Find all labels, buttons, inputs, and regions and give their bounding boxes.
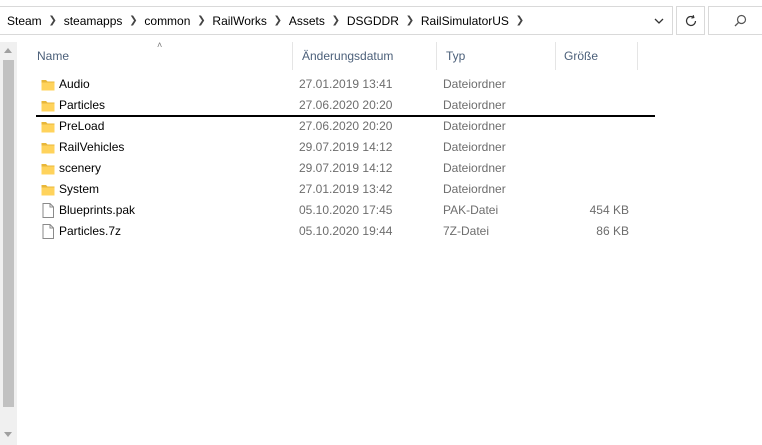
search-input[interactable] [708,6,762,35]
file-name: Audio [59,77,90,91]
address-bar[interactable]: Steam ❯ steamapps ❯ common ❯ RailWorks ❯… [0,6,673,35]
folder-icon [41,143,55,154]
file-date: 27.01.2019 13:41 [299,77,393,91]
scroll-up-icon[interactable] [4,48,12,53]
navigation-pane-scrollbar[interactable] [0,42,17,445]
scroll-down-icon[interactable] [4,432,12,437]
file-date: 27.01.2019 13:42 [299,182,393,196]
file-row[interactable]: System 27.01.2019 13:42 Dateiordner [36,179,656,200]
file-type: Dateiordner [443,119,506,133]
breadcrumb-steamapps[interactable]: steamapps [64,14,123,28]
file-type: Dateiordner [443,77,506,91]
file-row[interactable]: Particles 27.06.2020 20:20 Dateiordner [36,95,656,116]
file-name: Blueprints.pak [59,203,136,217]
file-date: 29.07.2019 14:12 [299,140,393,154]
file-type: Dateiordner [443,182,506,196]
file-name: scenery [59,161,102,175]
file-row[interactable]: Particles.7z 05.10.2020 19:44 7Z-Datei 8… [36,221,656,242]
file-date: 29.07.2019 14:12 [299,161,393,175]
chevron-right-icon[interactable]: ❯ [399,15,421,26]
folder-icon [41,101,55,112]
file-row[interactable]: Blueprints.pak 05.10.2020 17:45 PAK-Date… [36,200,656,221]
breadcrumb-dsgddr[interactable]: DSGDDR [347,14,399,28]
chevron-right-icon[interactable]: ❯ [190,15,212,26]
file-type: PAK-Datei [443,203,499,217]
file-name: Particles [59,98,106,112]
file-size: 86 KB [596,224,629,238]
refresh-button[interactable] [676,6,705,35]
file-size: 454 KB [589,203,629,217]
folder-icon [41,164,55,175]
file-type: 7Z-Datei [443,224,490,238]
chevron-right-icon[interactable]: ❯ [42,15,64,26]
file-name: Particles.7z [59,224,122,238]
breadcrumb-railsimulatorus[interactable]: RailSimulatorUS [421,14,509,28]
drop-insertion-line [36,115,655,117]
file-date: 05.10.2020 19:44 [299,224,393,238]
file-date: 27.06.2020 20:20 [299,98,393,112]
breadcrumb-common[interactable]: common [144,14,190,28]
file-date: 27.06.2020 20:20 [299,119,393,133]
file-type: Dateiordner [443,98,506,112]
column-header-size[interactable]: Größe [555,42,638,70]
folder-icon [41,122,55,133]
search-icon [734,14,747,27]
chevron-right-icon[interactable]: ❯ [122,15,144,26]
file-type: Dateiordner [443,140,506,154]
column-header-row: Name Änderungsdatum Typ Größe [28,42,638,70]
file-row[interactable]: Audio 27.01.2019 13:41 Dateiordner [36,74,656,95]
file-row[interactable]: PreLoad 27.06.2020 20:20 Dateiordner [36,116,656,137]
column-header-name[interactable]: Name [28,42,293,70]
file-name: RailVehicles [59,140,125,154]
file-type: Dateiordner [443,161,506,175]
file-row[interactable]: RailVehicles 29.07.2019 14:12 Dateiordne… [36,137,656,158]
column-header-date[interactable]: Änderungsdatum [293,42,437,70]
folder-icon [41,185,55,196]
refresh-icon [685,14,696,26]
chevron-down-icon[interactable] [653,15,665,27]
file-date: 05.10.2020 17:45 [299,203,393,217]
file-row[interactable]: scenery 29.07.2019 14:12 Dateiordner [36,158,656,179]
file-list: Audio 27.01.2019 13:41 Dateiordner Parti… [36,74,656,242]
scrollbar-thumb[interactable] [3,60,14,407]
file-icon [42,203,54,218]
chevron-right-icon[interactable]: ❯ [325,15,347,26]
file-name: System [59,182,100,196]
file-name: PreLoad [59,119,105,133]
breadcrumb-assets[interactable]: Assets [289,14,325,28]
chevron-right-icon[interactable]: ❯ [267,15,289,26]
breadcrumb-steam[interactable]: Steam [7,14,42,28]
folder-icon [41,80,55,91]
file-icon [42,224,54,239]
column-header-type[interactable]: Typ [437,42,556,70]
chevron-right-icon[interactable]: ❯ [509,15,531,26]
toolbar: Steam ❯ steamapps ❯ common ❯ RailWorks ❯… [0,0,762,42]
breadcrumb-railworks[interactable]: RailWorks [212,14,266,28]
